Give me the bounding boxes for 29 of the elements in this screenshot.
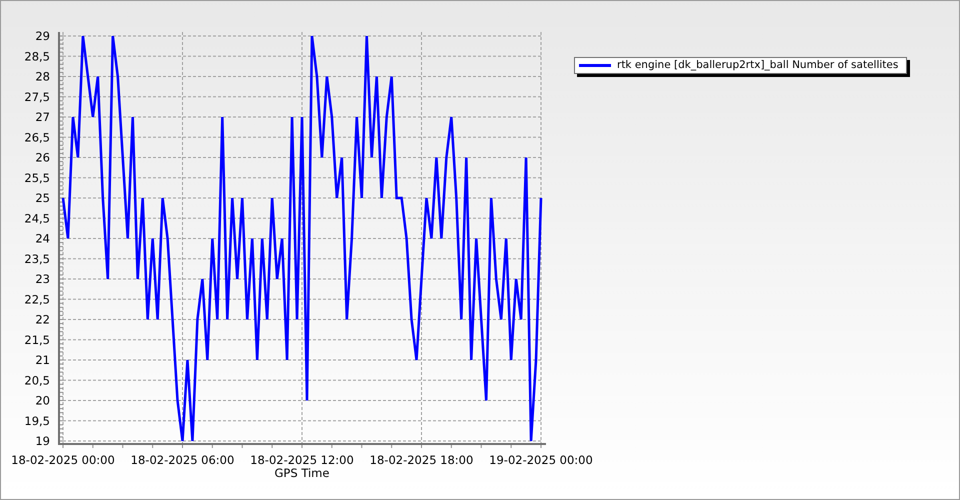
y-tick-label: 24,5 bbox=[24, 211, 50, 226]
y-tick-label: 27,5 bbox=[24, 90, 50, 104]
y-tick-label: 25 bbox=[35, 191, 50, 205]
legend-line-icon bbox=[579, 64, 611, 67]
y-tick-label: 19 bbox=[35, 434, 50, 448]
y-tick-label: 22,5 bbox=[24, 292, 50, 306]
y-tick-label: 20 bbox=[35, 394, 50, 408]
x-tick-label: 18-02-2025 06:00 bbox=[130, 453, 234, 467]
y-tick-label: 19,5 bbox=[24, 414, 50, 428]
y-tick-label: 24 bbox=[35, 232, 50, 246]
y-tick-label: 23,5 bbox=[24, 252, 50, 266]
y-tick-label: 26 bbox=[35, 150, 50, 164]
axis-title: GPS Time bbox=[274, 466, 330, 480]
y-tick-label: 21 bbox=[35, 353, 50, 367]
y-tick-label: 28 bbox=[35, 70, 50, 84]
y-tick-label: 25,5 bbox=[24, 170, 50, 185]
x-tick-label: 18-02-2025 00:00 bbox=[11, 453, 115, 467]
y-tick-label: 27 bbox=[35, 110, 50, 124]
y-tick-label: 28,5 bbox=[24, 49, 50, 64]
x-tick-label: 18-02-2025 12:00 bbox=[250, 453, 354, 467]
x-tick-label: 19-02-2025 00:00 bbox=[489, 453, 593, 467]
x-tick-label: 18-02-2025 18:00 bbox=[370, 453, 474, 467]
y-tick-label: 29 bbox=[35, 29, 50, 43]
y-tick-label: 22 bbox=[35, 312, 50, 326]
legend-label: rtk engine [dk_ballerup2rtx]_ball Number of satellites bbox=[617, 60, 898, 71]
y-tick-label: 26,5 bbox=[24, 130, 50, 144]
y-tick-label: 21,5 bbox=[24, 332, 50, 347]
y-tick-label: 23 bbox=[35, 272, 50, 286]
y-tick-label: 20,5 bbox=[24, 373, 50, 388]
